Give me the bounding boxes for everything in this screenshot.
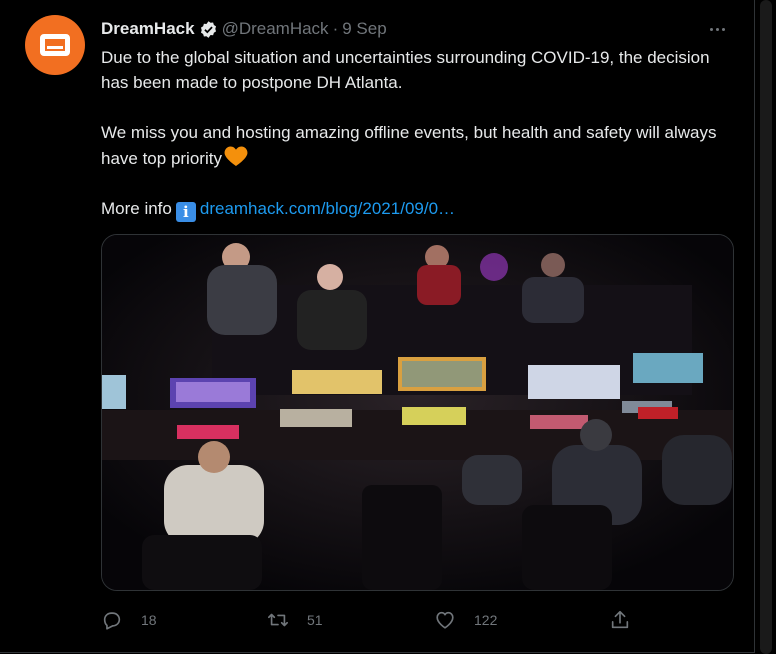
tweet-paragraph-3: More info i dreamhack.com/blog/2021/09/0… <box>101 196 741 222</box>
retweet-button[interactable]: 51 <box>267 605 323 635</box>
retweet-count: 51 <box>307 612 323 628</box>
tweet-card[interactable]: DreamHack @DreamHack · 9 Sep Due to the … <box>0 0 755 653</box>
scrollbar[interactable] <box>756 0 776 654</box>
more-options-icon[interactable] <box>705 18 729 40</box>
tweet-photo[interactable] <box>101 234 734 591</box>
like-count: 122 <box>474 612 498 628</box>
orange-heart-icon <box>224 146 248 166</box>
reply-button[interactable]: 18 <box>101 605 157 635</box>
reply-icon <box>103 612 121 630</box>
tweet-header: DreamHack @DreamHack · 9 Sep <box>101 17 387 41</box>
dreamhack-logo-icon <box>40 34 70 56</box>
heart-icon <box>436 611 454 629</box>
header-separator: · <box>332 19 339 38</box>
tweet-paragraph-2: We miss you and hosting amazing offline … <box>101 120 741 171</box>
avatar[interactable] <box>25 15 85 75</box>
tweet-text: Due to the global situation and uncertai… <box>101 45 741 222</box>
retweet-icon <box>268 613 288 627</box>
tweet-link[interactable]: dreamhack.com/blog/2021/09/0… <box>200 199 455 218</box>
user-handle[interactable]: @DreamHack <box>222 19 329 39</box>
display-name[interactable]: DreamHack <box>101 19 195 39</box>
like-button[interactable]: 122 <box>434 605 497 635</box>
tweet-paragraph-2-text: We miss you and hosting amazing offline … <box>101 123 717 168</box>
share-icon <box>611 610 629 629</box>
information-icon: i <box>175 202 196 222</box>
reply-count: 18 <box>141 612 157 628</box>
tweet-paragraph-1: Due to the global situation and uncertai… <box>101 48 710 92</box>
share-button[interactable] <box>609 605 631 635</box>
timestamp[interactable]: 9 Sep <box>342 19 386 39</box>
esports-arena-photo <box>102 235 733 590</box>
verified-badge-icon <box>200 20 216 38</box>
scrollbar-thumb[interactable] <box>760 0 772 654</box>
tweet-actions: 18 51 122 <box>101 605 741 635</box>
more-info-label: More info <box>101 199 172 218</box>
